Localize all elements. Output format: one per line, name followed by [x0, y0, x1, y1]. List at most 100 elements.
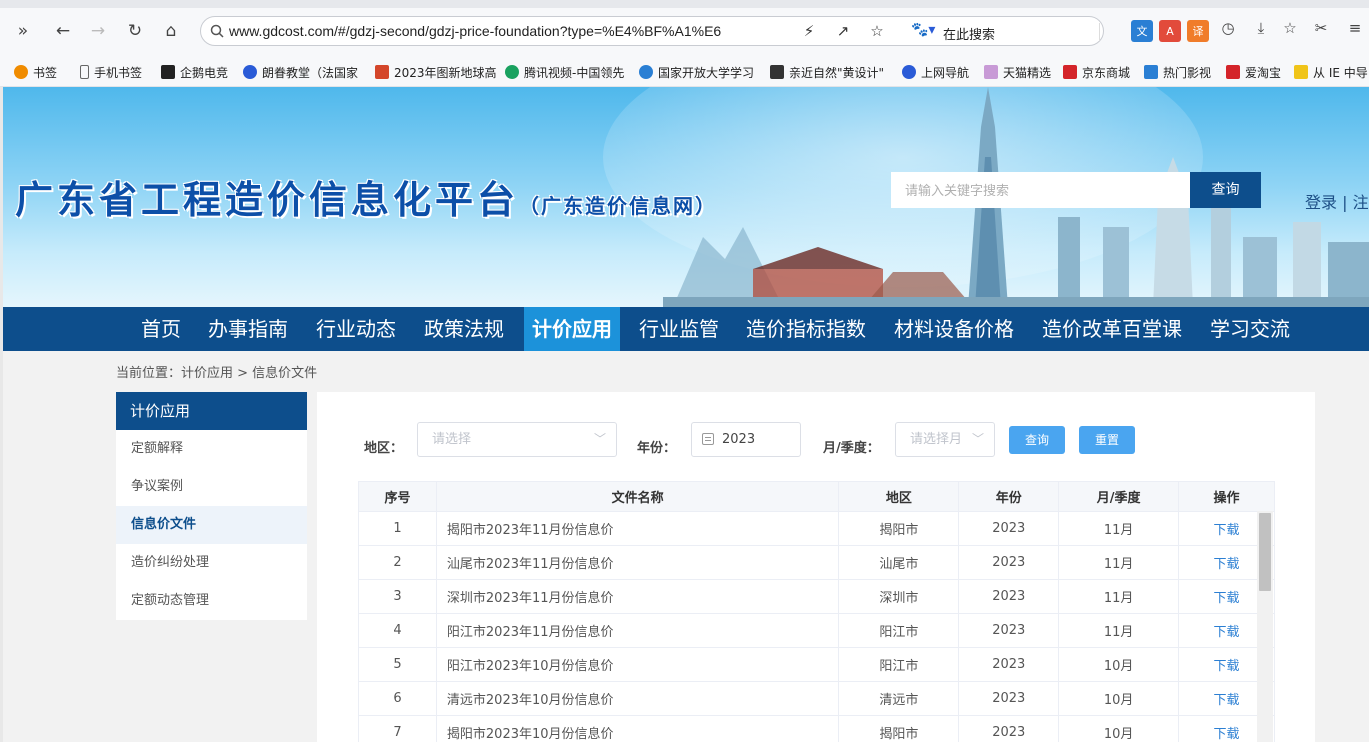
play-icon [505, 65, 519, 79]
bookmark-item[interactable]: 爱淘宝 [1226, 63, 1281, 81]
jd-icon [1063, 65, 1077, 79]
row-number: 6 [358, 681, 437, 716]
download-icon[interactable]: ⤓ [1250, 19, 1272, 41]
bookmark-item[interactable]: 腾讯视频-中国领先 [505, 63, 624, 81]
menu-icon[interactable]: ≡ [1344, 19, 1366, 41]
bookmark-item[interactable]: 国家开放大学学习 [639, 63, 754, 81]
bookmark-item[interactable]: 亲近自然"黄设计" [770, 63, 884, 81]
search-engine-input[interactable]: 在此搜索 [943, 24, 995, 43]
table-row: 4 阳江市2023年11月份信息价 阳江市 2023 11月 下载 [358, 613, 1275, 648]
nav-item-news[interactable]: 行业动态 [308, 307, 404, 351]
forward-icon[interactable]: → [85, 18, 111, 44]
nav-item-lectures[interactable]: 造价改革百堂课 [1034, 307, 1190, 351]
bookmark-item[interactable]: 上网导航 [902, 63, 969, 81]
home-icon[interactable]: ⌂ [158, 18, 184, 44]
file-name: 揭阳市2023年11月份信息价 [435, 511, 840, 546]
row-number: 4 [358, 613, 437, 648]
table-row: 7 揭阳市2023年10月份信息价 揭阳市 2023 10月 下载 [358, 715, 1275, 742]
back-icon[interactable]: ← [50, 18, 76, 44]
url-text[interactable]: www.gdcost.com/#/gdzj-second/gdzj-price-… [229, 23, 721, 39]
browser-toolbar: » ← → ↻ ⌂ www.gdcost.com/#/gdzj-second/g… [0, 0, 1369, 58]
pdf-icon[interactable]: A [1159, 20, 1181, 42]
sidebar-item-cost-disputes[interactable]: 造价纠纷处理 [116, 544, 307, 582]
bookmark-item[interactable]: 手机书签 [80, 63, 142, 81]
bookmarks-bar: 书签 手机书签 企鹅电竞 朗眷教堂（法国家 2023年图新地球高 腾讯视频-中国… [0, 58, 1369, 87]
region-select[interactable]: 请选择 ﹀ [417, 422, 617, 457]
tmall-icon [984, 65, 998, 79]
period-cell: 11月 [1058, 579, 1180, 614]
year-picker[interactable]: 2023 [691, 422, 801, 457]
reset-button[interactable]: 重置 [1079, 426, 1135, 454]
web-page: 广东省工程造价信息化平台（广东造价信息网） 查询 登录 | 注 首页 办事指南 … [3, 87, 1369, 742]
reload-icon[interactable]: ↻ [122, 18, 148, 44]
bookmark-item[interactable]: 2023年图新地球高 [375, 63, 497, 81]
sidebar-item-dispute-cases[interactable]: 争议案例 [116, 468, 307, 506]
nav-item-home[interactable]: 首页 [133, 307, 189, 351]
sidebar-item-quota-explanation[interactable]: 定额解释 [116, 430, 307, 468]
column-header: 年份 [958, 481, 1060, 512]
bookmark-item[interactable]: 从 IE 中导 [1294, 63, 1368, 81]
file-name: 揭阳市2023年10月份信息价 [435, 715, 840, 742]
query-button[interactable]: 查询 [1009, 426, 1065, 454]
period-cell: 11月 [1058, 545, 1180, 580]
sidebar-toggle-icon[interactable]: » [10, 18, 36, 44]
translate-icon[interactable]: 文 [1131, 20, 1153, 42]
region-cell: 揭阳市 [838, 715, 960, 742]
share-icon[interactable]: ↗ [833, 22, 853, 42]
region-cell: 汕尾市 [838, 545, 960, 580]
history-icon[interactable]: ◷ [1217, 19, 1239, 41]
bookmark-item[interactable]: 朗眷教堂（法国家 [243, 63, 358, 81]
scrollbar-thumb[interactable] [1259, 513, 1271, 591]
period-cell: 10月 [1058, 715, 1180, 742]
table-scrollbar[interactable] [1257, 511, 1273, 742]
table-row: 1 揭阳市2023年11月份信息价 揭阳市 2023 11月 下载 [358, 511, 1275, 546]
nav-item-supervision[interactable]: 行业监管 [631, 307, 727, 351]
calendar-icon [702, 433, 714, 445]
lightning-icon[interactable]: ⚡ [799, 22, 819, 42]
paw-icon[interactable]: 🐾▾ [911, 22, 935, 38]
main-nav: 首页 办事指南 行业动态 政策法规 计价应用 行业监管 造价指标指数 材料设备价… [3, 307, 1369, 351]
period-select[interactable]: 请选择月 ﹀ [895, 422, 995, 457]
region-label: 地区： [364, 441, 404, 456]
file-name: 阳江市2023年11月份信息价 [435, 613, 840, 648]
taobao-icon [1226, 65, 1240, 79]
bookmark-item[interactable]: 天猫精选 [984, 63, 1051, 81]
bookmark-item[interactable]: 京东商城 [1063, 63, 1130, 81]
scissors-icon[interactable]: ✂ [1310, 19, 1332, 41]
nav-item-policy[interactable]: 政策法规 [416, 307, 512, 351]
nav-item-materials[interactable]: 材料设备价格 [886, 307, 1022, 351]
year-cell: 2023 [958, 511, 1060, 546]
year-cell: 2023 [958, 613, 1060, 648]
collections-icon[interactable]: ☆ [1279, 19, 1301, 41]
sidebar-item-price-files[interactable]: 信息价文件 [116, 506, 307, 544]
row-number: 1 [358, 511, 437, 546]
site-subtitle: （广东造价信息网） [519, 194, 718, 218]
column-header: 文件名称 [435, 481, 840, 512]
penguin-icon [161, 65, 175, 79]
site-search-button[interactable]: 查询 [1190, 172, 1261, 208]
year-cell: 2023 [958, 715, 1060, 742]
bookmark-item[interactable]: 热门影视 [1144, 63, 1211, 81]
row-number: 2 [358, 545, 437, 580]
bookmark-item[interactable]: 书签 [14, 63, 57, 81]
nav-item-guide[interactable]: 办事指南 [200, 307, 296, 351]
table-row: 6 清远市2023年10月份信息价 清远市 2023 10月 下载 [358, 681, 1275, 716]
region-cell: 阳江市 [838, 647, 960, 682]
site-title[interactable]: 广东省工程造价信息化平台（广东造价信息网） [15, 169, 717, 224]
address-bar[interactable]: www.gdcost.com/#/gdzj-second/gdzj-price-… [200, 16, 1104, 46]
nav-item-index[interactable]: 造价指标指数 [738, 307, 874, 351]
fanyi-icon[interactable]: 译 [1187, 20, 1209, 42]
login-link[interactable]: 登录 | 注 [1305, 189, 1369, 213]
nav-icon [902, 65, 916, 79]
favorite-star-icon[interactable]: ☆ [867, 22, 887, 42]
nav-item-pricing[interactable]: 计价应用 [524, 307, 620, 351]
column-header: 操作 [1178, 481, 1275, 512]
column-header: 序号 [358, 481, 437, 512]
year-cell: 2023 [958, 545, 1060, 580]
bookmark-item[interactable]: 企鹅电竞 [161, 63, 228, 81]
sidebar-item-quota-management[interactable]: 定额动态管理 [116, 582, 307, 620]
nav-item-learning[interactable]: 学习交流 [1202, 307, 1298, 351]
table-row: 5 阳江市2023年10月份信息价 阳江市 2023 10月 下载 [358, 647, 1275, 682]
site-search-input[interactable] [891, 172, 1191, 208]
sidebar-title: 计价应用 [116, 392, 307, 430]
